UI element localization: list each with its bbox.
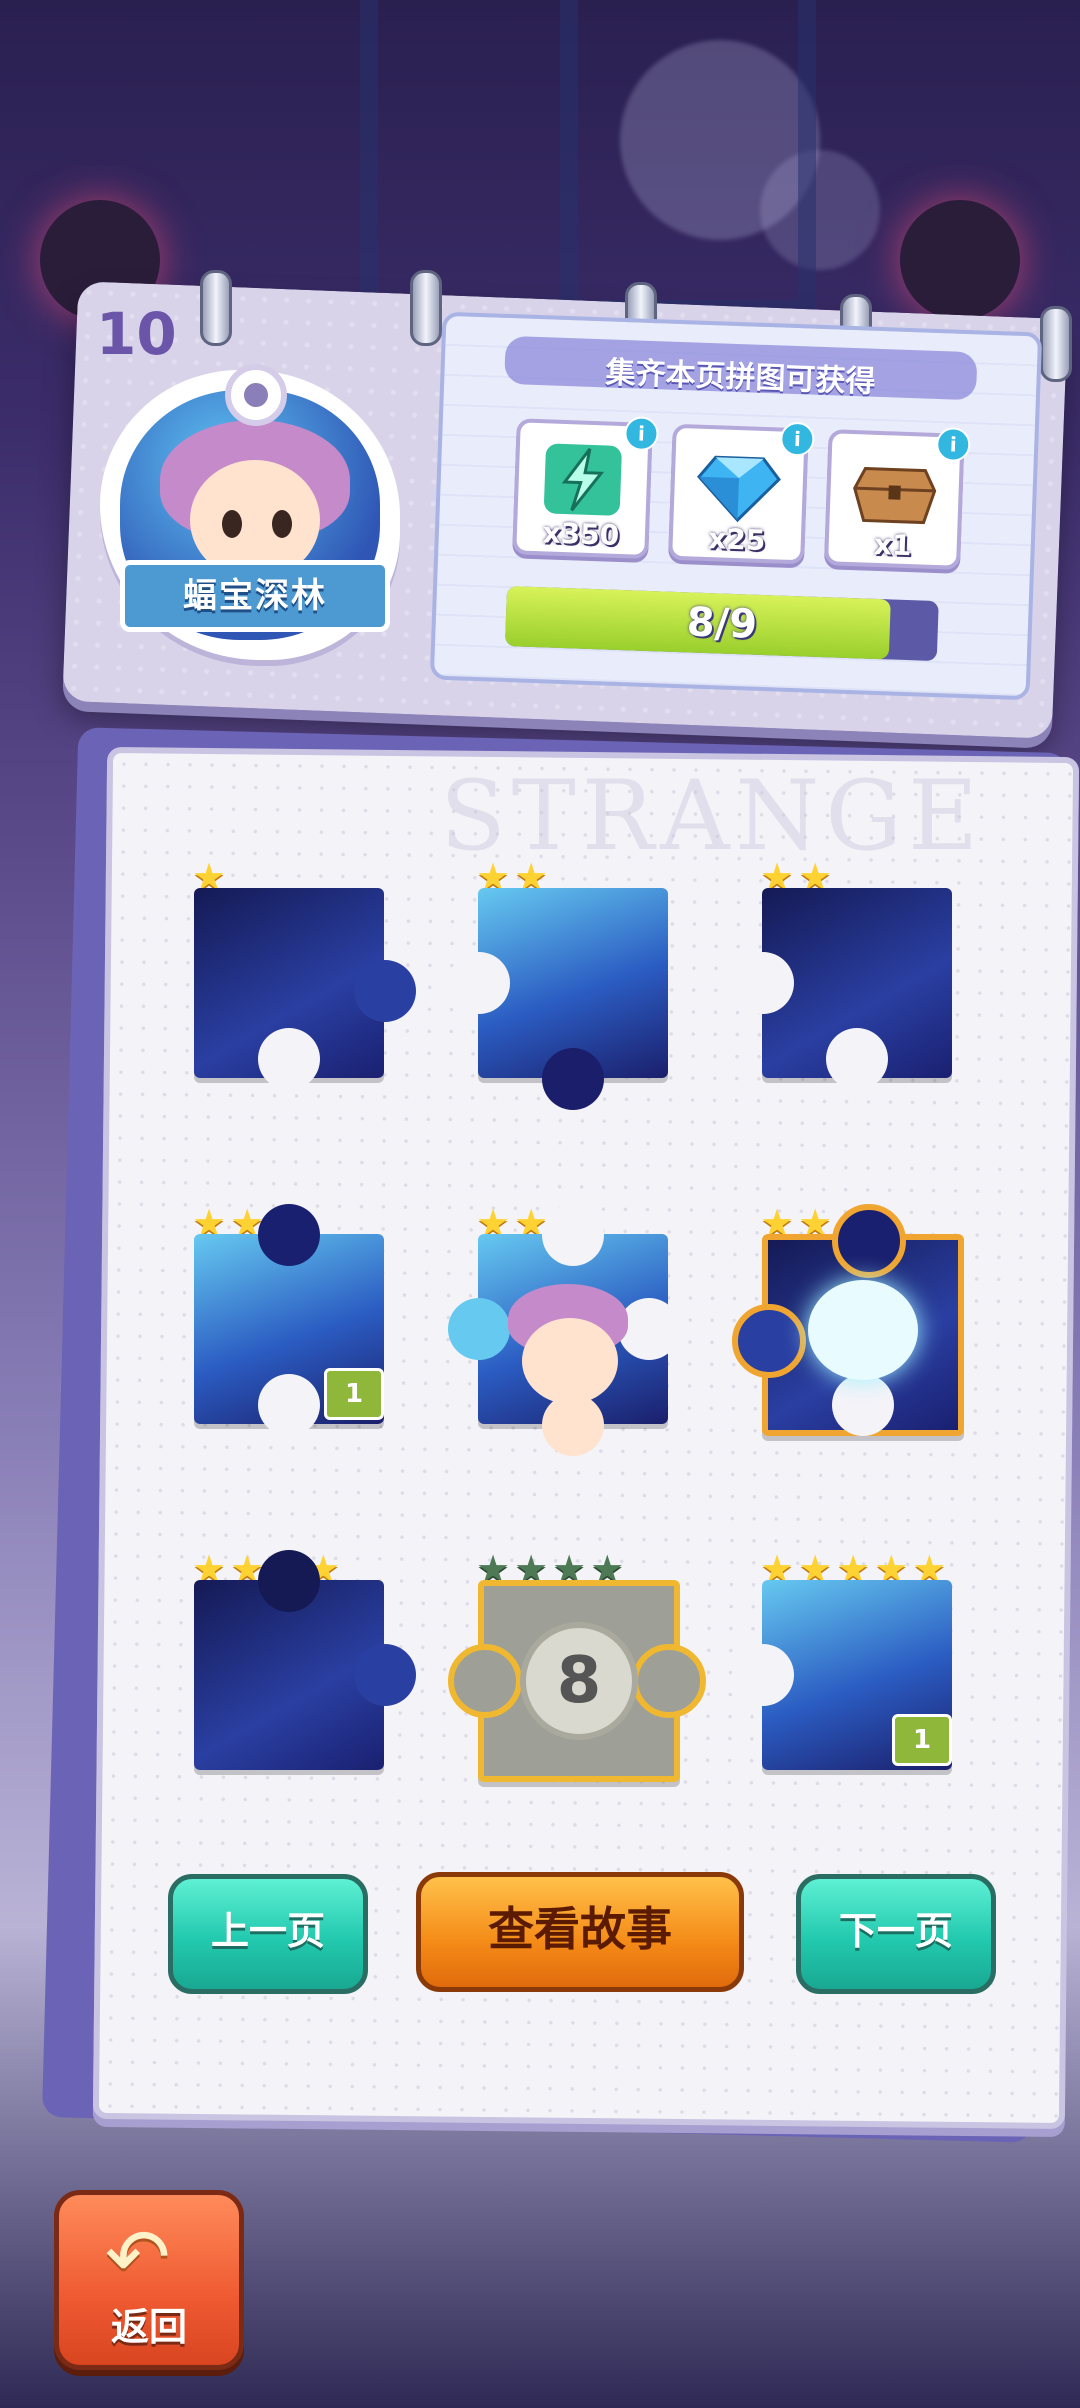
puzzle-piece-7[interactable] bbox=[194, 1550, 416, 1770]
puzzle-piece-2[interactable] bbox=[448, 888, 668, 1110]
piece-tab bbox=[542, 1048, 604, 1110]
piece-tab bbox=[448, 1644, 522, 1718]
piece-notch bbox=[448, 952, 510, 1014]
reward-count: x1 bbox=[873, 527, 913, 563]
piece-tab bbox=[732, 1304, 806, 1378]
character-name: 蝠宝深林 bbox=[120, 560, 390, 632]
piece-tab bbox=[354, 1644, 416, 1706]
reward-item-diamond[interactable]: x25 i bbox=[668, 421, 815, 565]
piece-tab bbox=[832, 1204, 906, 1278]
ghost-cat-icon bbox=[808, 1280, 918, 1380]
info-icon[interactable]: i bbox=[935, 426, 971, 463]
piece-tab bbox=[448, 1298, 510, 1360]
info-icon[interactable]: i bbox=[779, 421, 815, 457]
info-icon[interactable]: i bbox=[623, 416, 660, 452]
notebook-ring bbox=[200, 270, 232, 346]
treasure-chest-icon bbox=[853, 466, 937, 525]
notebook-ring bbox=[410, 270, 442, 346]
next-page-button[interactable]: 下一页 bbox=[796, 1874, 996, 1994]
view-story-button[interactable]: 查看故事 bbox=[416, 1872, 744, 1992]
piece-notch bbox=[542, 1204, 604, 1266]
back-button[interactable]: ↶ 返回 bbox=[54, 2190, 244, 2370]
locked-piece-number: 8 bbox=[520, 1622, 638, 1740]
piece-notch bbox=[732, 952, 794, 1014]
reward-panel: 集齐本页拼图可获得 x350 i x25 i x1 i 8/9 bbox=[429, 311, 1043, 701]
character-avatar-card[interactable]: 蝠宝深林 bbox=[90, 364, 410, 670]
cat-silhouette-right bbox=[900, 200, 1020, 320]
piece-count-badge: 1 bbox=[324, 1368, 384, 1420]
character-eye bbox=[222, 510, 242, 538]
piece-notch bbox=[732, 1644, 794, 1706]
collection-progress-bar: 8/9 bbox=[504, 586, 939, 662]
reward-item-chest[interactable]: x1 i bbox=[823, 426, 971, 570]
hanging-hole bbox=[225, 364, 287, 426]
back-label: 返回 bbox=[110, 2305, 187, 2349]
puzzle-piece-4[interactable]: 1 bbox=[194, 1204, 384, 1436]
character-face bbox=[522, 1318, 618, 1404]
energy-bolt-icon bbox=[544, 443, 622, 516]
reward-count: x25 bbox=[707, 522, 766, 558]
piece-notch bbox=[258, 1028, 320, 1090]
piece-tab bbox=[632, 1644, 706, 1718]
diamond-icon bbox=[697, 455, 781, 523]
piece-tab bbox=[354, 960, 416, 1022]
back-arrow-icon: ↶ bbox=[105, 2213, 171, 2303]
puzzle-piece-5[interactable] bbox=[448, 1204, 680, 1456]
piece-notch bbox=[826, 1028, 888, 1090]
background-window-bar bbox=[560, 0, 578, 300]
reward-count: x350 bbox=[542, 516, 620, 552]
piece-notch bbox=[832, 1374, 894, 1436]
puzzle-piece-8-locked[interactable]: 8 bbox=[448, 1580, 706, 1782]
piece-tab bbox=[258, 1204, 320, 1266]
piece-notch bbox=[258, 1374, 320, 1436]
piece-count-badge: 1 bbox=[892, 1714, 952, 1766]
progress-text: 8/9 bbox=[685, 599, 758, 648]
puzzle-piece-9[interactable]: 1 bbox=[732, 1580, 952, 1770]
notebook-ring bbox=[1040, 306, 1072, 382]
character-eye bbox=[272, 510, 292, 538]
page-number: 10 bbox=[96, 300, 177, 368]
prev-page-button[interactable]: 上一页 bbox=[168, 1874, 368, 1994]
piece-tab bbox=[258, 1550, 320, 1612]
puzzle-piece-1[interactable] bbox=[194, 888, 416, 1090]
reward-item-energy[interactable]: x350 i bbox=[512, 416, 660, 559]
puzzle-piece-6[interactable] bbox=[732, 1204, 964, 1436]
puzzle-piece-3[interactable] bbox=[732, 888, 952, 1090]
